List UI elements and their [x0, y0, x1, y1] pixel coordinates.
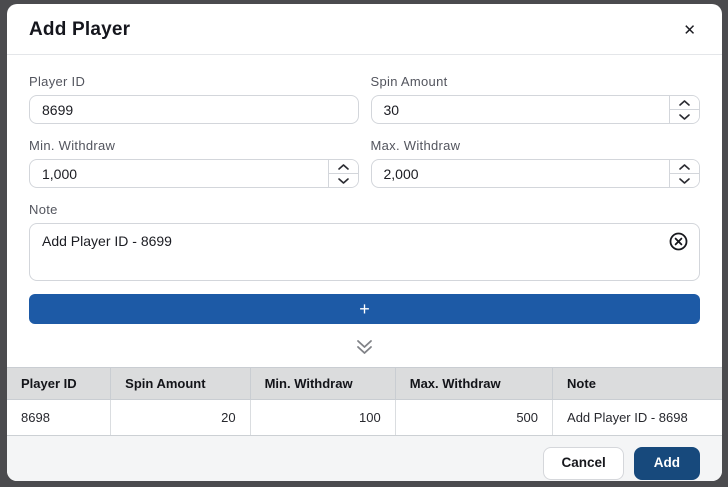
col-header-max-withdraw: Max. Withdraw: [395, 368, 552, 400]
table-header-row: Player ID Spin Amount Min. Withdraw Max.…: [7, 368, 722, 400]
player-id-field: Player ID: [29, 74, 359, 124]
table-row[interactable]: 8698 20 100 500 Add Player ID - 8698: [7, 400, 722, 436]
min-withdraw-field: Min. Withdraw: [29, 138, 359, 188]
max-withdraw-field: Max. Withdraw: [371, 138, 701, 188]
min-withdraw-label: Min. Withdraw: [29, 138, 359, 153]
chevron-down-icon[interactable]: [329, 174, 358, 187]
cell-player-id: 8698: [7, 400, 111, 436]
form-grid: Player ID Spin Amount Min. Withdraw: [29, 74, 700, 188]
chevron-up-icon[interactable]: [670, 96, 699, 110]
max-withdraw-input-group: [371, 159, 701, 188]
min-withdraw-input-group: [29, 159, 359, 188]
note-input-group: Add Player ID - 8699: [29, 223, 700, 281]
max-withdraw-input[interactable]: [372, 160, 700, 187]
spin-amount-label: Spin Amount: [371, 74, 701, 89]
chevron-up-icon[interactable]: [670, 160, 699, 174]
cell-spin-amount: 20: [111, 400, 250, 436]
spin-amount-input[interactable]: [372, 96, 700, 123]
player-id-input-group: [29, 95, 359, 124]
cell-max-withdraw: 500: [395, 400, 552, 436]
chevron-up-icon[interactable]: [329, 160, 358, 174]
chevron-down-icon[interactable]: [670, 174, 699, 187]
col-header-note: Note: [553, 368, 722, 400]
spin-amount-spinner: [669, 96, 699, 123]
cancel-button[interactable]: Cancel: [543, 447, 623, 480]
note-label: Note: [29, 202, 700, 217]
col-header-spin-amount: Spin Amount: [111, 368, 250, 400]
max-withdraw-spinner: [669, 160, 699, 187]
col-header-min-withdraw: Min. Withdraw: [250, 368, 395, 400]
modal-footer: Cancel Add: [7, 436, 722, 481]
col-header-player-id: Player ID: [7, 368, 111, 400]
players-table: Player ID Spin Amount Min. Withdraw Max.…: [7, 367, 722, 436]
close-icon[interactable]: ✕: [679, 21, 700, 40]
max-withdraw-label: Max. Withdraw: [371, 138, 701, 153]
clear-note-icon[interactable]: [669, 232, 688, 251]
cell-note: Add Player ID - 8698: [553, 400, 722, 436]
cell-min-withdraw: 100: [250, 400, 395, 436]
add-button[interactable]: Add: [634, 447, 700, 480]
player-id-label: Player ID: [29, 74, 359, 89]
chevron-down-icon[interactable]: [670, 110, 699, 123]
note-field: Note Add Player ID - 8699: [29, 202, 700, 281]
collapse-row: [29, 324, 700, 367]
double-chevron-down-icon[interactable]: [354, 337, 375, 357]
player-id-input[interactable]: [30, 96, 358, 123]
min-withdraw-input[interactable]: [30, 160, 358, 187]
min-withdraw-spinner: [328, 160, 358, 187]
add-row-button[interactable]: +: [29, 294, 700, 324]
spin-amount-input-group: [371, 95, 701, 124]
add-player-modal: Add Player ✕ Player ID Spin Amount: [7, 4, 722, 481]
modal-body: Player ID Spin Amount Min. Withdraw: [7, 55, 722, 367]
modal-title: Add Player: [29, 19, 130, 41]
note-input[interactable]: Add Player ID - 8699: [30, 224, 699, 280]
spin-amount-field: Spin Amount: [371, 74, 701, 124]
modal-header: Add Player ✕: [7, 4, 722, 55]
